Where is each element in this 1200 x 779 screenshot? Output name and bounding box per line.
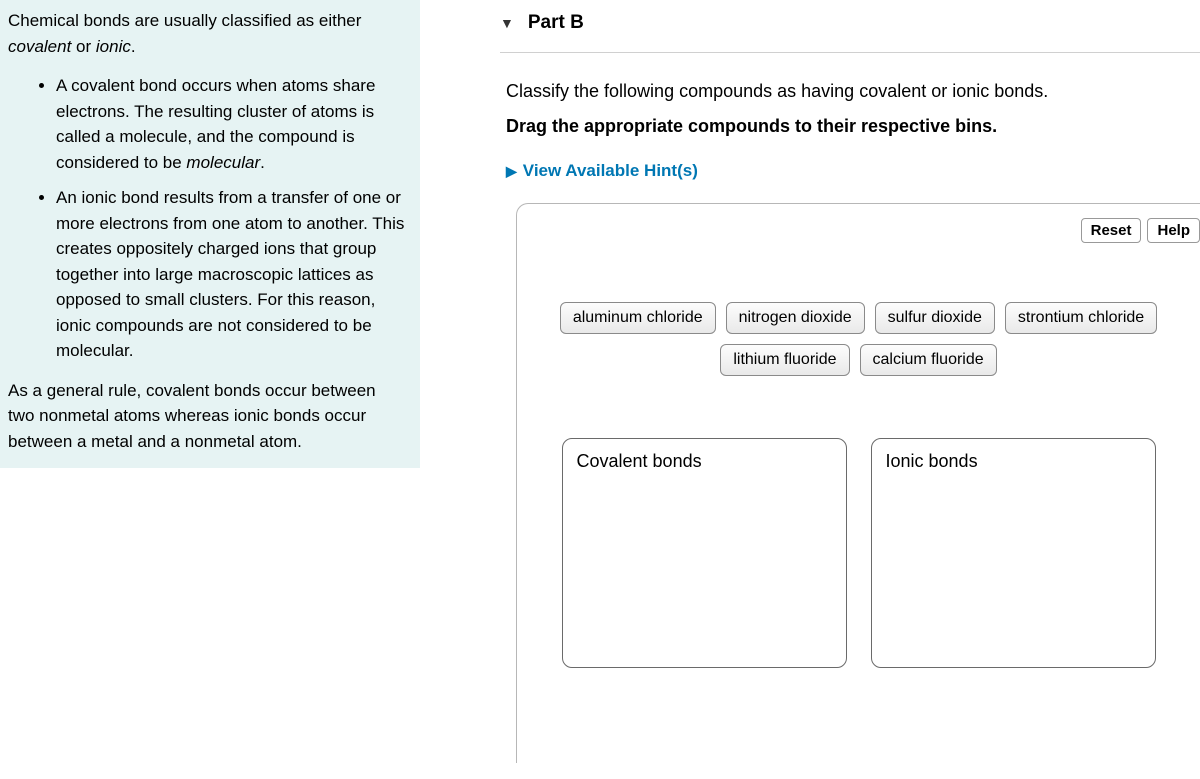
info-bullet-ionic: An ionic bond results from a transfer of… [56,185,406,364]
bin-label: Ionic bonds [886,451,978,471]
expand-icon: ▶ [506,163,517,180]
intro-text: Chemical bonds are usually classified as… [8,8,406,59]
part-header[interactable]: ▼ Part B [500,0,1200,53]
info-list: A covalent bond occurs when atoms share … [8,73,406,364]
help-button[interactable]: Help [1147,218,1200,243]
drop-bins: Covalent bonds Ionic bonds [539,438,1178,668]
compound-chip[interactable]: nitrogen dioxide [726,302,865,334]
part-label: Part B [528,12,584,34]
info-bullet-covalent: A covalent bond occurs when atoms share … [56,73,406,175]
instruction-drag: Drag the appropriate compounds to their … [506,116,1200,137]
outro-text: As a general rule, covalent bonds occur … [8,378,406,455]
question-content: Classify the following compounds as havi… [500,53,1200,763]
bin-covalent[interactable]: Covalent bonds [562,438,847,668]
compound-pool: aluminum chloride nitrogen dioxide sulfu… [539,302,1178,376]
hints-label: View Available Hint(s) [523,161,698,181]
compound-chip[interactable]: aluminum chloride [560,302,716,334]
bin-label: Covalent bonds [577,451,702,471]
instruction-classify: Classify the following compounds as havi… [506,81,1200,102]
view-hints-toggle[interactable]: ▶ View Available Hint(s) [506,161,1200,181]
compound-chip[interactable]: strontium chloride [1005,302,1157,334]
reset-button[interactable]: Reset [1081,218,1142,243]
bin-ionic[interactable]: Ionic bonds [871,438,1156,668]
collapse-icon: ▼ [500,15,514,31]
compound-chip[interactable]: sulfur dioxide [875,302,995,334]
info-panel: Chemical bonds are usually classified as… [0,0,420,468]
compound-chip[interactable]: calcium fluoride [860,344,997,376]
workspace-toolbar: Reset Help [1081,218,1200,243]
compound-chip[interactable]: lithium fluoride [720,344,849,376]
drag-workspace: Reset Help aluminum chloride nitrogen di… [516,203,1200,763]
question-panel: ▼ Part B Classify the following compound… [420,0,1200,763]
